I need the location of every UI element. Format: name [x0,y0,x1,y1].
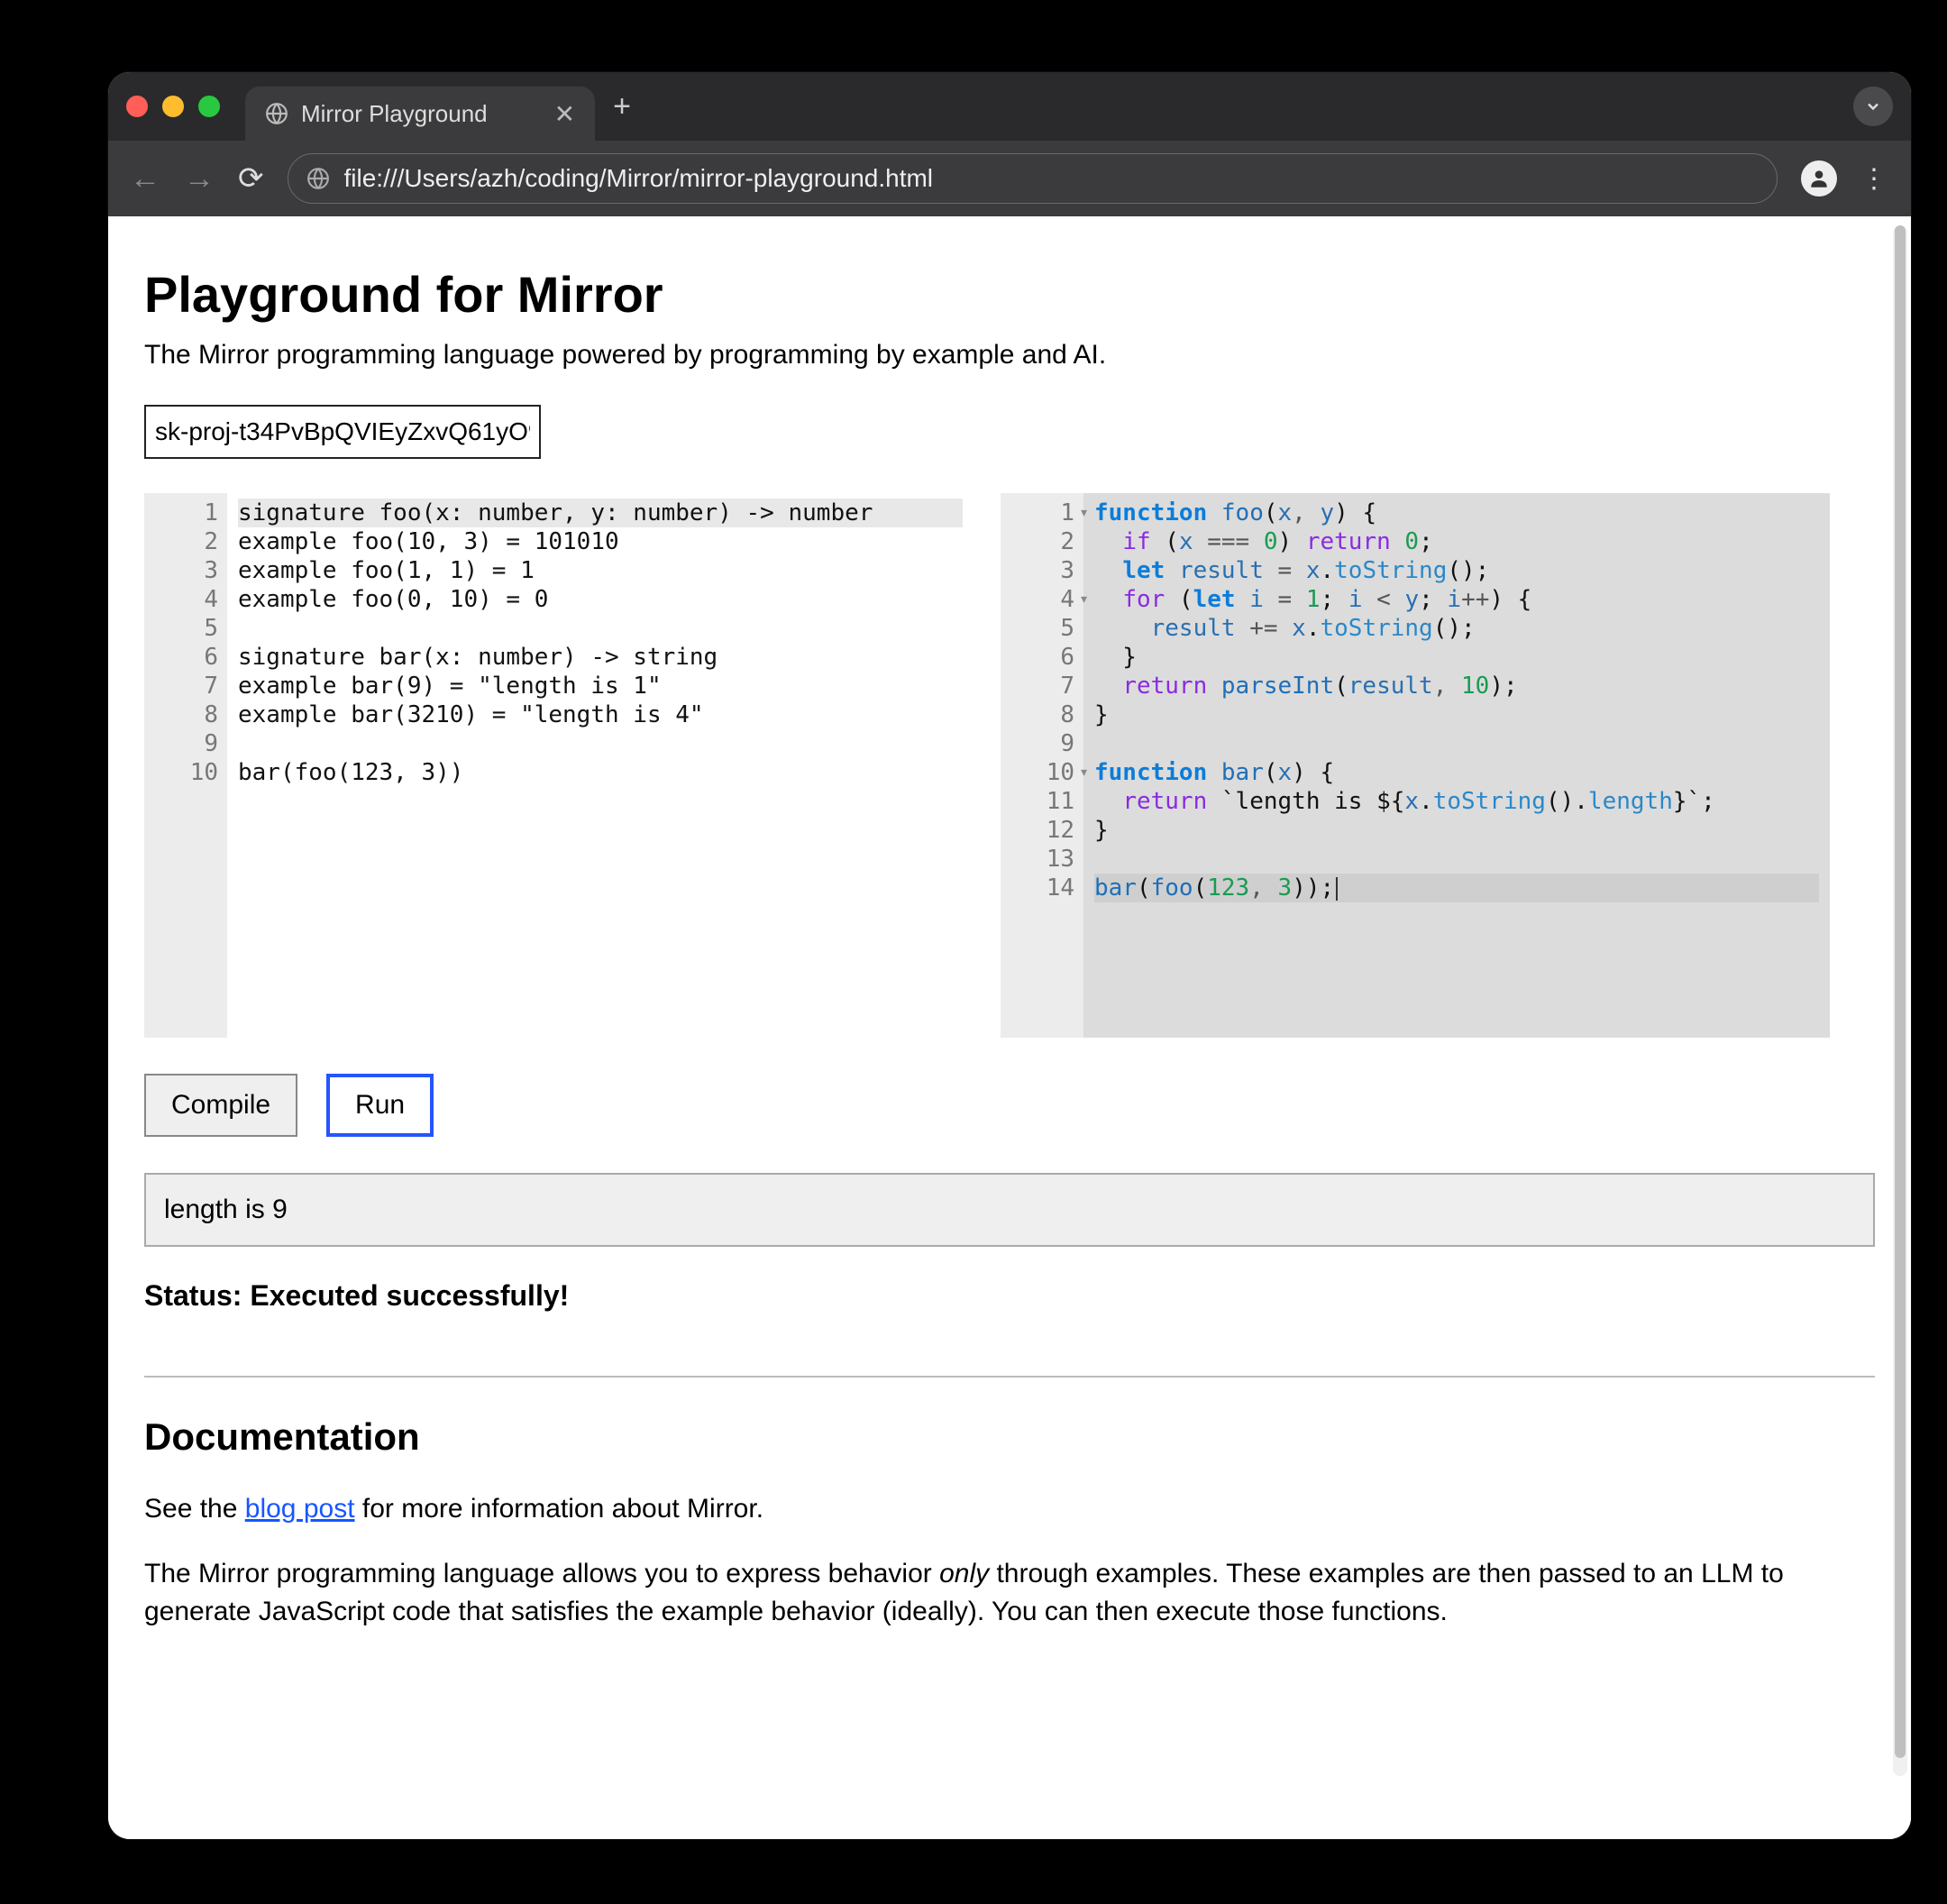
editor-code[interactable]: function foo(x, y) { if (x === 0) return… [1083,493,1830,1038]
chevron-down-icon [1864,97,1882,115]
reload-button[interactable]: ⟳ [238,160,264,197]
api-key-input[interactable] [144,405,541,459]
url-bar[interactable]: file:///Users/azh/coding/Mirror/mirror-p… [288,153,1778,204]
divider [144,1376,1875,1378]
titlebar: Mirror Playground ✕ + [108,72,1911,141]
docs-paragraph-2: The Mirror programming language allows y… [144,1555,1875,1631]
browser-toolbar: ← → ⟳ file:///Users/azh/coding/Mirror/mi… [108,141,1911,216]
editors-row: 12345678910 signature foo(x: number, y: … [144,493,1875,1038]
vertical-scrollbar[interactable] [1893,225,1907,1776]
run-button[interactable]: Run [326,1074,434,1137]
docs-line-1: See the blog post for more information a… [144,1490,1875,1528]
editor-gutter: 1234567891011121314 [1001,493,1083,1038]
page-content: Playground for Mirror The Mirror program… [108,216,1911,1839]
blog-post-link[interactable]: blog post [245,1494,355,1524]
browser-menu-button[interactable]: ⋮ [1860,163,1889,195]
minimize-window-icon[interactable] [162,96,184,117]
mirror-source-editor[interactable]: 12345678910 signature foo(x: number, y: … [144,493,974,1038]
editor-gutter: 12345678910 [144,493,227,1038]
status-text: Status: Executed successfully! [144,1279,1875,1313]
profile-button[interactable] [1801,160,1837,197]
browser-tab[interactable]: Mirror Playground ✕ [245,87,595,141]
back-button[interactable]: ← [130,161,160,197]
tab-title: Mirror Playground [301,100,488,128]
url-text: file:///Users/azh/coding/Mirror/mirror-p… [344,164,934,193]
globe-icon [306,167,330,190]
output-box: length is 9 [144,1173,1875,1247]
generated-js-editor[interactable]: 1234567891011121314 function foo(x, y) {… [1001,493,1830,1038]
tabs-overflow-button[interactable] [1853,87,1893,126]
docs-heading: Documentation [144,1415,1875,1459]
page-subtitle: The Mirror programming language powered … [144,340,1875,371]
globe-icon [265,102,288,125]
forward-button[interactable]: → [184,161,215,197]
action-buttons: Compile Run [144,1074,1875,1137]
page-title: Playground for Mirror [144,265,1875,324]
scrollbar-thumb[interactable] [1895,225,1906,1758]
maximize-window-icon[interactable] [198,96,220,117]
user-icon [1807,167,1831,190]
compile-button[interactable]: Compile [144,1074,297,1137]
editor-code[interactable]: signature foo(x: number, y: number) -> n… [227,493,974,1038]
close-window-icon[interactable] [126,96,148,117]
window-controls [126,96,220,117]
browser-window: Mirror Playground ✕ + ← → ⟳ file:///User… [108,72,1911,1839]
close-tab-icon[interactable]: ✕ [554,99,575,129]
new-tab-button[interactable]: + [613,89,631,124]
